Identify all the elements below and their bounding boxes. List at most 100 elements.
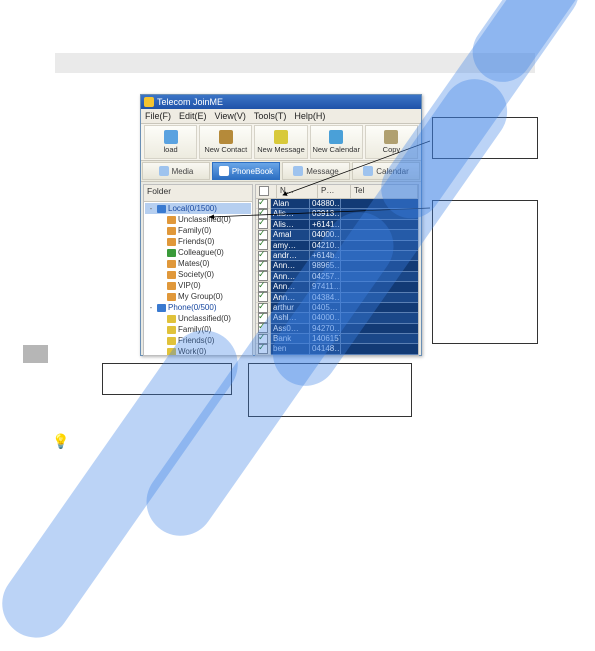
tree-label: Family(0) [178, 225, 211, 236]
table-row[interactable]: arthur0405… [256, 303, 418, 313]
cell-name: Alis… [271, 209, 310, 218]
folder-icon [167, 348, 176, 356]
table-row[interactable]: Ashl…04000… [256, 313, 418, 323]
cell-p: 04000… [310, 313, 341, 322]
grid-header-tel[interactable]: Tel [351, 185, 418, 198]
tree-item[interactable]: My Group(0) [145, 291, 251, 302]
cell-name: Alan [271, 199, 310, 208]
tree-item[interactable]: Friends(0) [145, 335, 251, 346]
tree-item[interactable]: VIP(0) [145, 280, 251, 291]
tab-media[interactable]: Media [142, 162, 210, 180]
folder-icon [167, 216, 176, 224]
tool-label: New Calendar [312, 145, 360, 154]
tree-item[interactable]: Unclassified(0) [145, 313, 251, 324]
toolbar-new-contact[interactable]: New Contact [199, 125, 252, 159]
tree-item[interactable]: -Local(0/1500) [145, 203, 251, 214]
folder-pane: Folder -Local(0/1500)Unclassified(0)Fami… [143, 184, 253, 356]
table-row[interactable]: Ann…98965… [256, 261, 418, 271]
tree-item[interactable]: Work(0) [145, 346, 251, 355]
table-row[interactable]: Ann…97411… [256, 282, 418, 292]
cell-p: 98965… [310, 261, 341, 270]
cell-tel [341, 303, 418, 312]
cell-tel [341, 199, 418, 208]
callout-bottom-right [248, 363, 412, 417]
grid-header-p[interactable]: P… [318, 185, 351, 198]
titlebar: Telecom JoinME [141, 95, 421, 109]
tree-label: Family(0) [178, 324, 211, 335]
table-row[interactable]: Bank1406157 [256, 334, 418, 344]
tab-label: Message [306, 167, 338, 176]
tree-item[interactable]: Family(0) [145, 324, 251, 335]
cell-tel [341, 272, 418, 281]
cell-name: arthur [271, 303, 310, 312]
cell-tel [341, 220, 418, 229]
table-row[interactable]: Alis…+6141… [256, 220, 418, 230]
tree-label: Unclassified(0) [178, 214, 231, 225]
tree-label: VIP(0) [178, 280, 201, 291]
tab-calendar[interactable]: Calendar [352, 162, 420, 180]
tree-item[interactable]: Colleague(0) [145, 247, 251, 258]
table-row[interactable]: amy…04210… [256, 241, 418, 251]
tool-label: New Contact [204, 145, 247, 154]
toolbar-new-message[interactable]: New Message [254, 125, 307, 159]
cell-p: 94270… [310, 324, 341, 333]
menu-edit[interactable]: Edit(E) [179, 111, 207, 121]
menu-help[interactable]: Help(H) [294, 111, 325, 121]
tab-icon [363, 166, 373, 176]
cell-p: 04257… [310, 272, 341, 281]
tool-icon [274, 130, 288, 144]
table-row[interactable]: Amal04000… [256, 230, 418, 240]
tree-item[interactable]: Mates(0) [145, 258, 251, 269]
table-row[interactable]: andr…+614b… [256, 251, 418, 261]
tree-item[interactable]: Unclassified(0) [145, 214, 251, 225]
table-row[interactable]: Alan04880… [256, 199, 418, 209]
grid-header[interactable]: N… P… Tel [256, 185, 418, 199]
expand-icon[interactable]: - [147, 203, 155, 214]
menu-tools[interactable]: Tools(T) [254, 111, 287, 121]
grid-body[interactable]: Alan04880…Alis…03913…Alis…+6141…Amal0400… [256, 199, 418, 356]
cell-p: 97411… [310, 282, 341, 291]
expand-icon[interactable]: - [147, 302, 155, 313]
tree-label: Work(0) [178, 346, 206, 355]
cell-name: Bank [271, 334, 310, 343]
tree-label: Society(0) [178, 269, 214, 280]
toolbar-load[interactable]: load [144, 125, 197, 159]
table-row[interactable]: Ass0…94270… [256, 324, 418, 334]
folder-icon [167, 293, 176, 301]
tab-phonebook[interactable]: PhoneBook [212, 162, 280, 180]
table-row[interactable]: Ann…04384… [256, 293, 418, 303]
lightbulb-icon: 💡 [52, 433, 69, 450]
folder-icon [167, 282, 176, 290]
menu-view[interactable]: View(V) [215, 111, 246, 121]
menu-file[interactable]: File(F) [145, 111, 171, 121]
tree-label: Colleague(0) [178, 247, 224, 258]
table-row[interactable]: Alis…03913… [256, 209, 418, 219]
tree-item[interactable]: -Phone(0/500) [145, 302, 251, 313]
tree-item[interactable]: Family(0) [145, 225, 251, 236]
tab-message[interactable]: Message [282, 162, 350, 180]
menubar[interactable]: File(F) Edit(E) View(V) Tools(T) Help(H) [141, 109, 421, 124]
tree-item[interactable]: Friends(0) [145, 236, 251, 247]
folder-icon [167, 271, 176, 279]
tree-item[interactable]: Society(0) [145, 269, 251, 280]
toolbar-copy[interactable]: Copy [365, 125, 418, 159]
tool-icon [219, 130, 233, 144]
table-row[interactable]: Ben…04214… [256, 355, 418, 356]
contacts-grid: N… P… Tel Alan04880…Alis…03913…Alis…+614… [255, 184, 419, 356]
cell-p: +6141… [310, 220, 341, 229]
toolbar-new-calendar[interactable]: New Calendar [310, 125, 363, 159]
cell-name: Ann… [271, 293, 310, 302]
grid-header-name[interactable]: N… [277, 185, 318, 198]
folder-tree[interactable]: -Local(0/1500)Unclassified(0)Family(0)Fr… [144, 202, 252, 355]
folder-icon [167, 260, 176, 268]
tool-label: Copy [383, 145, 401, 154]
cell-name: Ass0… [271, 324, 310, 333]
table-row[interactable]: ben04148… [256, 344, 418, 354]
row-checkbox[interactable] [256, 355, 271, 356]
table-row[interactable]: Ann…04257… [256, 272, 418, 282]
callout-right [432, 200, 538, 344]
cell-name: andr… [271, 251, 310, 260]
tab-label: Calendar [376, 167, 408, 176]
cell-name: Ann… [271, 282, 310, 291]
tool-icon [164, 130, 178, 144]
